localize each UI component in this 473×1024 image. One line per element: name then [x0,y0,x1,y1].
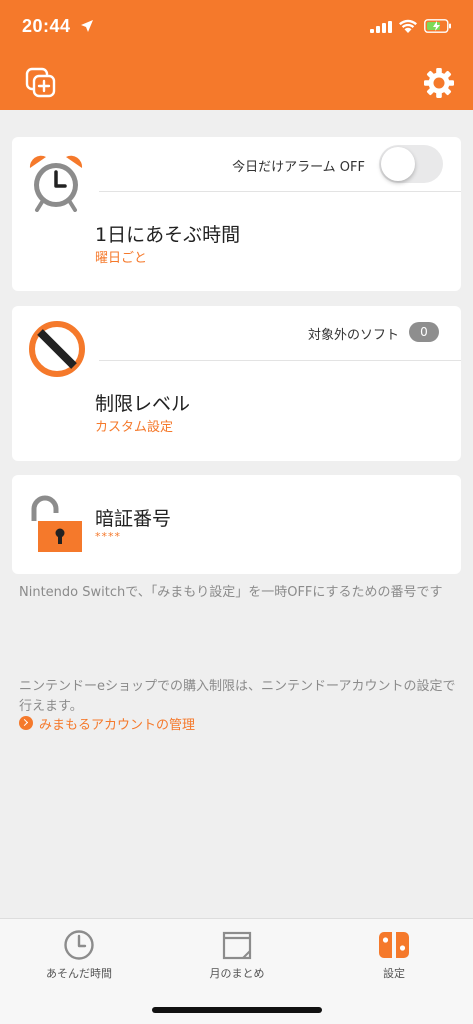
tab-settings-label: 設定 [383,967,405,980]
tab-play-time[interactable]: あそんだ時間 [0,919,158,989]
pin-masked-value: **** [95,530,121,543]
account-management-link[interactable]: みまもるアカウントの管理 [19,713,195,733]
clock-icon [64,930,94,960]
prohibited-icon [29,321,85,377]
battery-charging-icon [424,19,451,33]
excluded-count-badge: 0 [409,322,439,342]
add-profile-icon [25,67,56,98]
status-time: 20:44 [22,16,71,36]
alarm-toggle-label: 今日だけアラーム OFF [232,160,365,175]
switch-console-icon [379,932,409,958]
play-time-limit-card[interactable]: 今日だけアラーム OFF 1日にあそぶ時間 曜日ごと [12,137,461,291]
pin-title: 暗証番号 [95,508,172,530]
app-header: 20:44 [0,0,473,110]
calendar-icon [222,931,252,960]
settings-button[interactable] [422,66,456,100]
pin-help-text: Nintendo Switchで、「みまもり設定」を一時OFFにするための番号で… [19,585,443,600]
tab-monthly-summary[interactable]: 月のまとめ [158,919,316,989]
restriction-level-subtitle: カスタム設定 [95,420,174,435]
chevron-right-circle-icon [19,716,33,730]
status-bar: 20:44 [0,0,473,50]
gear-icon [424,68,454,98]
cellular-signal-icon [370,21,392,33]
tab-settings[interactable]: 設定 [315,919,473,989]
add-profile-button[interactable] [24,66,58,100]
play-time-subtitle: 曜日ごと [95,251,148,266]
unlocked-padlock-icon [31,495,82,552]
card-divider [99,191,461,192]
restriction-level-title: 制限レベル [95,393,191,415]
alarm-clock-icon [29,155,83,212]
wifi-icon [399,19,417,33]
toggle-knob [381,147,415,181]
alarm-toggle[interactable] [379,145,443,183]
play-time-title: 1日にあそぶ時間 [95,224,241,246]
pin-code-card[interactable]: 暗証番号 **** [12,475,461,574]
excluded-software-label: 対象外のソフト [307,328,399,343]
tab-play-time-label: あそんだ時間 [46,967,112,980]
restriction-level-card[interactable]: 対象外のソフト 0 制限レベル カスタム設定 [12,306,461,461]
eshop-help-text: ニンテンドーeショップでの購入制限は、ニンテンドーアカウントの設定で行えます。 [19,679,456,714]
location-arrow-icon [81,20,93,32]
account-management-link-label: みまもるアカウントの管理 [39,717,196,733]
card-divider [99,360,461,361]
home-indicator [152,1007,322,1013]
tab-monthly-summary-label: 月のまとめ [209,967,265,980]
